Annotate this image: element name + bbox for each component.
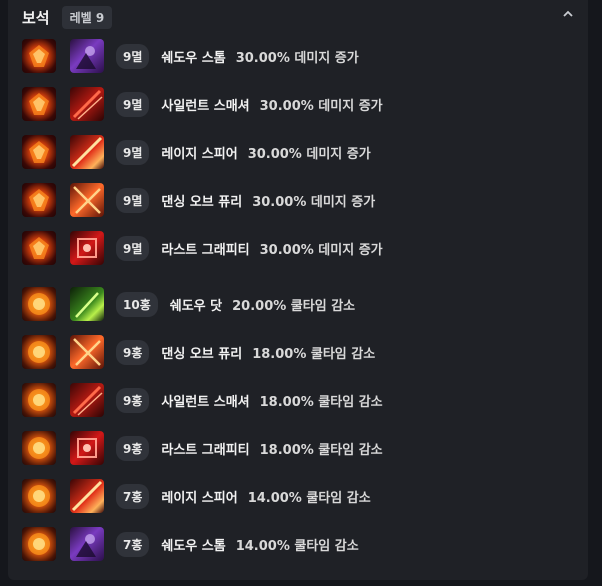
gem-skill-name: 댄싱 오브 퓨리 xyxy=(161,346,243,362)
damage-gem-icon xyxy=(22,183,56,217)
gem-skill-name: 댄싱 오브 퓨리 xyxy=(161,194,243,210)
gem-row[interactable]: 9멸 쉐도우 스톰 30.00% 데미지 증가 xyxy=(22,37,359,75)
gem-skill-name: 라스트 그래피티 xyxy=(161,242,250,258)
damage-gem-icon xyxy=(22,231,56,265)
damage-gem-icon xyxy=(22,39,56,73)
gem-effect: 30.00% 데미지 증가 xyxy=(235,50,359,66)
cooldown-gem-icon xyxy=(22,383,56,417)
gem-row[interactable]: 9멸 댄싱 오브 퓨리 30.00% 데미지 증가 xyxy=(22,181,375,219)
gem-effect: 18.00% 쿨타임 감소 xyxy=(252,346,376,362)
gem-level-badge: 9멸 xyxy=(116,187,150,213)
gem-skill-name: 라스트 그래피티 xyxy=(161,442,250,458)
gem-skill-name: 쉐도우 스톰 xyxy=(161,50,226,66)
cooldown-gem-icon xyxy=(22,431,56,465)
cooldown-gem-icon xyxy=(22,335,56,369)
section-title: 보석 xyxy=(22,8,50,27)
shadow-dot-icon xyxy=(70,287,104,321)
cooldown-gem-icon xyxy=(22,479,56,513)
gem-level-badge: 7홍 xyxy=(116,531,150,557)
gem-level-badge: 9멸 xyxy=(116,91,150,117)
gem-row[interactable]: 9홍 사일런트 스매셔 18.00% 쿨타임 감소 xyxy=(22,381,383,419)
gem-row[interactable]: 7홍 레이지 스피어 14.00% 쿨타임 감소 xyxy=(22,477,371,515)
gem-level-badge: 9멸 xyxy=(116,235,150,261)
gem-effect: 14.00% 쿨타임 감소 xyxy=(247,490,371,506)
gem-effect: 30.00% 데미지 증가 xyxy=(259,242,383,258)
gem-effect: 18.00% 쿨타임 감소 xyxy=(259,442,383,458)
gem-row[interactable]: 7홍 쉐도우 스톰 14.00% 쿨타임 감소 xyxy=(22,525,359,563)
damage-gem-icon xyxy=(22,135,56,169)
gem-skill-name: 쉐도우 스톰 xyxy=(161,538,226,554)
cooldown-gem-icon xyxy=(22,527,56,561)
gem-effect: 20.00% 쿨타임 감소 xyxy=(232,298,356,314)
gem-skill-name: 레이지 스피어 xyxy=(161,490,238,506)
gem-effect: 18.00% 쿨타임 감소 xyxy=(259,394,383,410)
gem-level-badge: 9홍 xyxy=(116,435,150,461)
violent-scythe-icon xyxy=(70,87,104,121)
gem-effect: 14.00% 쿨타임 감소 xyxy=(235,538,359,554)
chevron-up-icon[interactable] xyxy=(562,9,574,19)
rage-spear-icon xyxy=(70,135,104,169)
shadow-storm-icon xyxy=(70,39,104,73)
shadow-storm-icon xyxy=(70,527,104,561)
gem-effect: 30.00% 데미지 증가 xyxy=(247,146,371,162)
gem-level-badge: 9멸 xyxy=(116,43,150,69)
gem-skill-name: 레이지 스피어 xyxy=(161,146,238,162)
dancing-fury-icon xyxy=(70,183,104,217)
rage-spear-icon xyxy=(70,479,104,513)
dancing-fury-icon xyxy=(70,335,104,369)
gem-skill-name: 사일런트 스매셔 xyxy=(161,98,250,114)
gem-panel: 보석 레벨 9 9멸 쉐도우 스톰 30.00% 데미지 증가 9멸 사일런트 … xyxy=(8,0,588,580)
gem-skill-name: 쉐도우 닷 xyxy=(169,298,223,314)
gem-level-badge: 7홍 xyxy=(116,483,150,509)
gem-row[interactable]: 9멸 사일런트 스매셔 30.00% 데미지 증가 xyxy=(22,85,383,123)
gem-level-badge: 9멸 xyxy=(116,139,150,165)
scrollbar[interactable] xyxy=(594,0,602,586)
gem-effect: 30.00% 데미지 증가 xyxy=(259,98,383,114)
gem-level-badge: 10홍 xyxy=(116,291,158,317)
gem-row[interactable]: 9홍 라스트 그래피티 18.00% 쿨타임 감소 xyxy=(22,429,383,467)
gem-skill-name: 사일런트 스매셔 xyxy=(161,394,250,410)
gem-effect: 30.00% 데미지 증가 xyxy=(252,194,376,210)
last-graffiti-icon xyxy=(70,431,104,465)
gem-row[interactable]: 10홍 쉐도우 닷 20.00% 쿨타임 감소 xyxy=(22,285,355,323)
gem-section-header: 보석 레벨 9 xyxy=(22,5,113,29)
cooldown-gem-icon xyxy=(22,287,56,321)
level-badge: 레벨 9 xyxy=(61,5,113,29)
violent-scythe-icon xyxy=(70,383,104,417)
gem-level-badge: 9홍 xyxy=(116,387,150,413)
damage-gem-icon xyxy=(22,87,56,121)
gem-level-badge: 9홍 xyxy=(116,339,150,365)
last-graffiti-icon xyxy=(70,231,104,265)
gem-row[interactable]: 9멸 라스트 그래피티 30.00% 데미지 증가 xyxy=(22,229,383,267)
gem-row[interactable]: 9멸 레이지 스피어 30.00% 데미지 증가 xyxy=(22,133,371,171)
gem-row[interactable]: 9홍 댄싱 오브 퓨리 18.00% 쿨타임 감소 xyxy=(22,333,375,371)
